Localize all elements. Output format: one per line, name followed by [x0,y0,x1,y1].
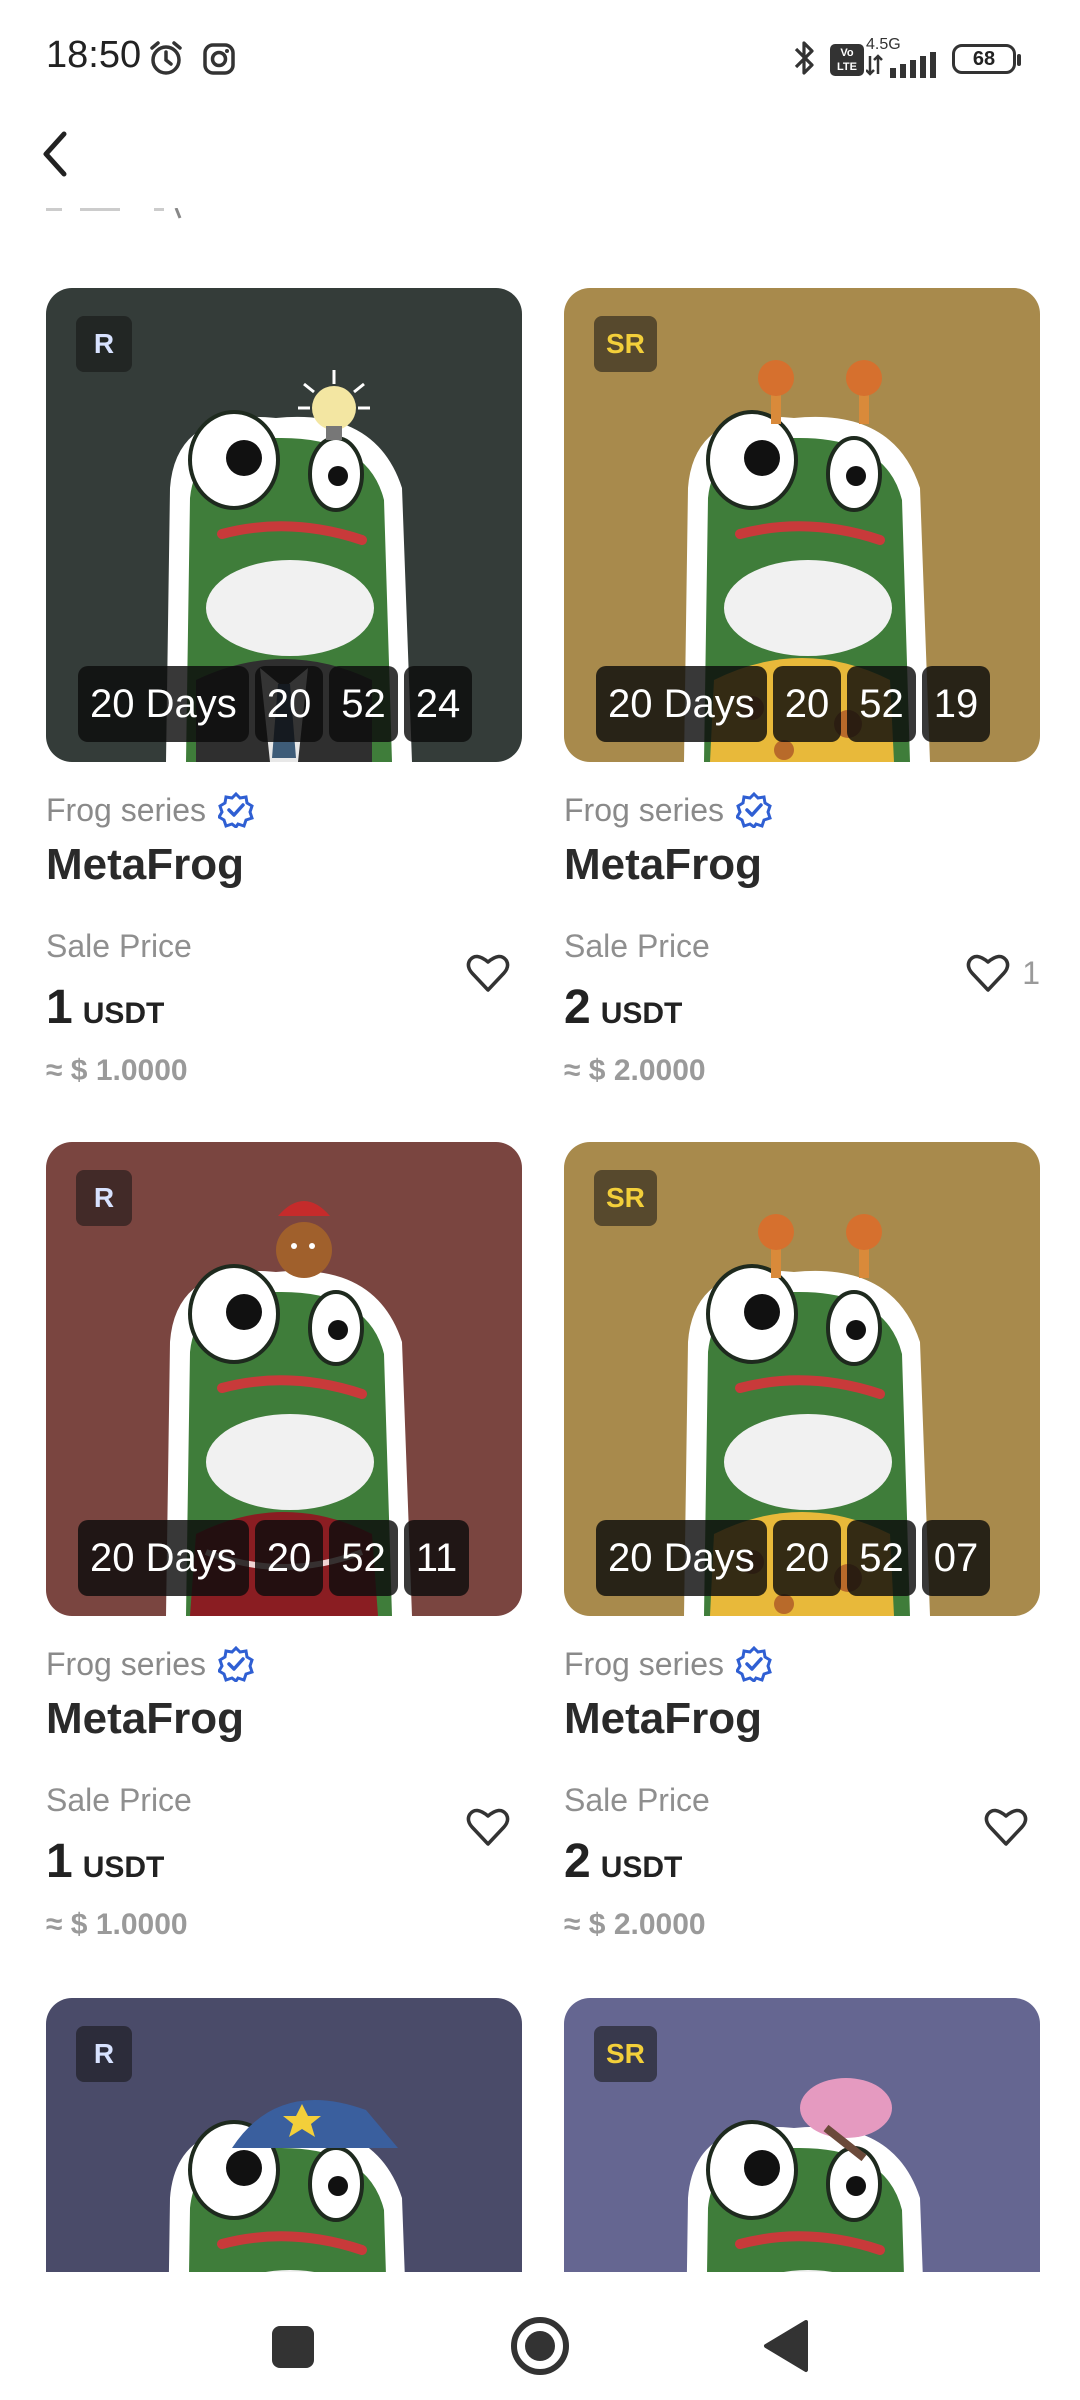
back-nav-button[interactable] [760,2318,810,2374]
nft-name: MetaFrog [46,840,244,889]
price: 2 USDT [564,1834,682,1889]
sale-price-label: Sale Price [46,1782,192,1818]
instagram-icon [203,43,235,75]
rarity-badge: R [76,2026,132,2082]
like-count: 1 [1022,954,1040,991]
volte-icon: Vo LTE [830,44,864,76]
nft-name: MetaFrog [46,1694,244,1743]
series-line: Frog series [46,788,254,832]
like-button[interactable]: 1 [966,952,1040,994]
price-value: 2 [564,981,591,1034]
alarm-icon [150,41,182,75]
price-currency: USDT [82,997,165,1030]
price-currency: USDT [82,1851,165,1884]
timer-days: 20 Days [78,666,249,742]
back-button[interactable] [30,124,82,184]
nft-thumbnail[interactable]: SR 20 Days 20 52 19 [564,288,1040,762]
heart-icon [966,954,1010,992]
series-name: Frog series [564,1645,725,1682]
timer-hours: 20 [254,666,324,742]
series-line: Frog series [46,1642,254,1686]
price-usd-approx: ≈ $ 1.0000 [46,1054,188,1087]
price-value: 1 [46,981,73,1034]
timer-minutes: 52 [329,666,398,742]
series-line: Frog series [564,788,772,832]
price: 1 USDT [46,980,164,1035]
timer-minutes: 52 [329,1520,398,1596]
series-name: Frog series [46,1645,207,1682]
recent-apps-button[interactable] [270,2324,316,2370]
signal-icon [866,52,936,78]
rarity-badge: SR [594,2026,657,2082]
verified-badge-icon [218,1646,254,1682]
price-currency: USDT [600,1851,683,1884]
timer-minutes: 52 [847,1520,916,1596]
series-name: Frog series [564,791,725,828]
timer-days: 20 Days [596,666,767,742]
rarity-badge: R [76,1170,132,1226]
timer-hours: 20 [772,666,842,742]
verified-badge-icon [218,792,254,828]
countdown-timer: 20 Days 20 52 19 [596,666,991,742]
timer-seconds: 11 [403,1520,470,1596]
timer-minutes: 52 [847,666,916,742]
nft-name: MetaFrog [564,840,762,889]
price-currency: USDT [600,997,683,1030]
timer-seconds: 19 [921,666,991,742]
timer-days: 20 Days [596,1520,767,1596]
countdown-timer: 20 Days 20 52 07 [596,1520,991,1596]
rarity-badge: SR [594,316,657,372]
nft-thumbnail[interactable]: R 20 Days 20 52 24 [46,288,522,762]
timer-hours: 20 [254,1520,324,1596]
verified-badge-icon [736,792,772,828]
like-button[interactable] [984,1806,1040,1848]
price-usd-approx: ≈ $ 1.0000 [46,1908,188,1941]
nft-thumbnail[interactable]: R 20 Days 20 52 11 [46,1142,522,1616]
like-button[interactable] [466,1806,522,1848]
price-usd-approx: ≈ $ 2.0000 [564,1908,706,1941]
sale-price-label: Sale Price [46,928,192,964]
timer-seconds: 07 [921,1520,991,1596]
nft-thumbnail[interactable]: SR 20 Days 20 52 07 [564,1142,1040,1616]
price-value: 2 [564,1835,591,1888]
nft-name: MetaFrog [564,1694,762,1743]
cut-off-text-fragment [46,208,182,219]
battery-indicator: 68 [952,44,1021,74]
status-time: 18:50 [46,34,142,76]
home-button[interactable] [508,2314,572,2378]
heart-icon [466,1808,510,1846]
heart-icon [984,1808,1028,1846]
verified-badge-icon [736,1646,772,1682]
sale-price-label: Sale Price [564,928,710,964]
system-navigation-bar [0,2272,1080,2400]
heart-icon [466,954,510,992]
status-bar: 18:50 Vo LTE 4.5G 68 [0,0,1080,118]
series-name: Frog series [46,791,207,828]
timer-days: 20 Days [78,1520,249,1596]
rarity-badge: R [76,316,132,372]
timer-seconds: 24 [403,666,473,742]
rarity-badge: SR [594,1170,657,1226]
price-value: 1 [46,1835,73,1888]
price: 1 USDT [46,1834,164,1889]
countdown-timer: 20 Days 20 52 24 [78,666,473,742]
price: 2 USDT [564,980,682,1035]
sale-price-label: Sale Price [564,1782,710,1818]
like-button[interactable] [466,952,522,994]
bluetooth-icon [794,41,814,75]
price-usd-approx: ≈ $ 2.0000 [564,1054,706,1087]
timer-hours: 20 [772,1520,842,1596]
countdown-timer: 20 Days 20 52 11 [78,1520,470,1596]
series-line: Frog series [564,1642,772,1686]
